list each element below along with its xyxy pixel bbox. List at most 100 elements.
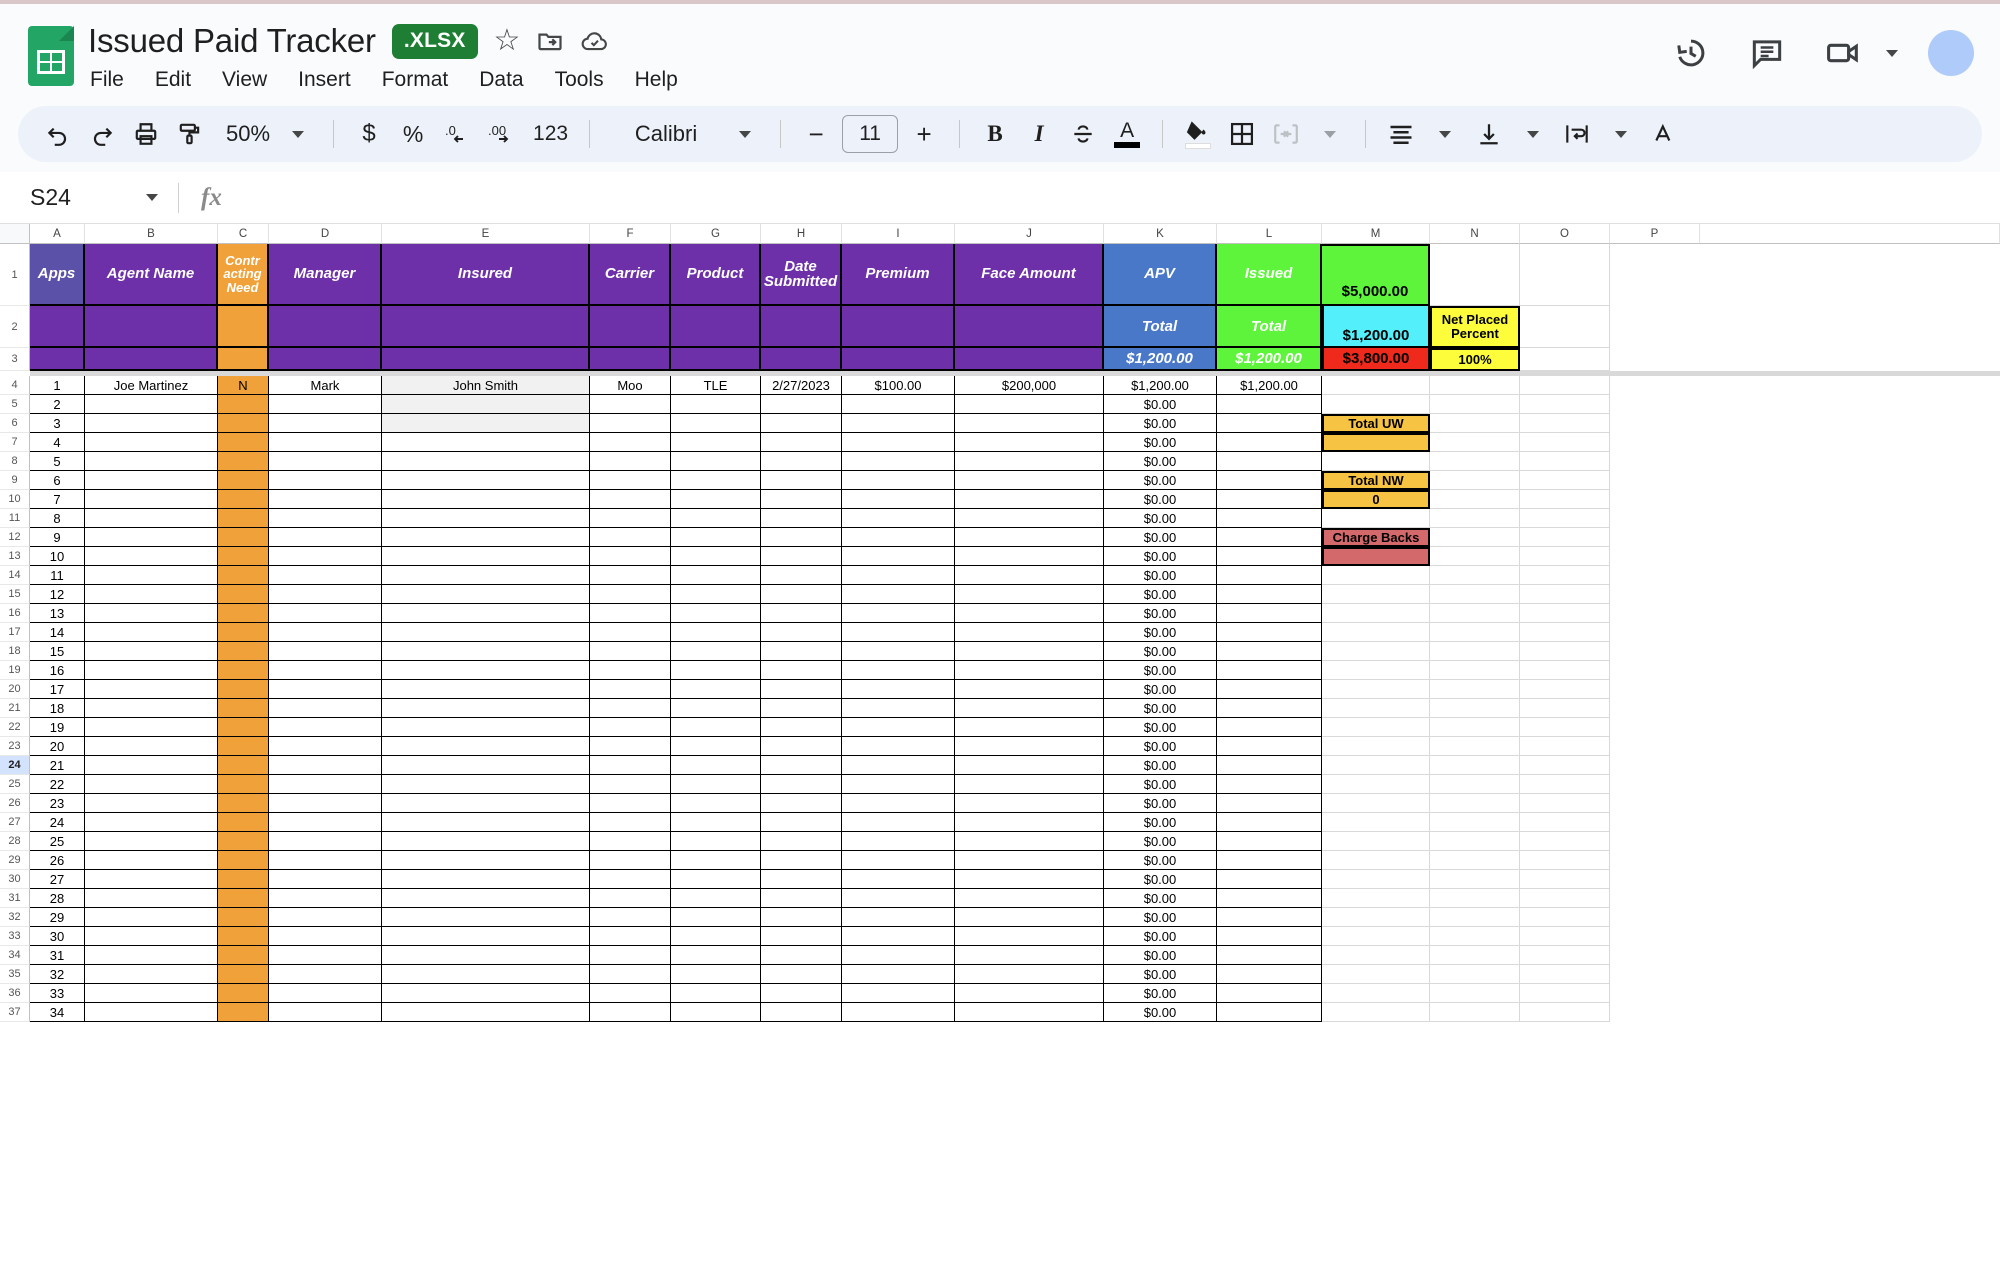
cell-O20[interactable] xyxy=(1520,680,1610,699)
column-header-G[interactable]: G xyxy=(671,224,761,244)
cell-D18[interactable] xyxy=(269,642,382,661)
cell-E22[interactable] xyxy=(382,718,590,737)
cell-B6[interactable] xyxy=(85,414,218,433)
cell-C11[interactable] xyxy=(218,509,269,528)
cell-D34[interactable] xyxy=(269,946,382,965)
cell-I22[interactable] xyxy=(842,718,955,737)
cell-N34[interactable] xyxy=(1430,946,1520,965)
cell-J18[interactable] xyxy=(955,642,1104,661)
cell-N6[interactable] xyxy=(1430,414,1520,433)
cell-M21[interactable] xyxy=(1322,699,1430,718)
cell-J10[interactable] xyxy=(955,490,1104,509)
cell-J21[interactable] xyxy=(955,699,1104,718)
cell-N24[interactable] xyxy=(1430,756,1520,775)
cell-M10[interactable]: 0 xyxy=(1322,490,1430,509)
row-header-10[interactable]: 10 xyxy=(0,490,30,509)
cell-G13[interactable] xyxy=(671,547,761,566)
comment-icon[interactable] xyxy=(1748,34,1786,72)
cell-G25[interactable] xyxy=(671,775,761,794)
band-cell-A3[interactable] xyxy=(30,348,85,371)
cell-F23[interactable] xyxy=(590,737,671,756)
cell-E19[interactable] xyxy=(382,661,590,680)
cell-G8[interactable] xyxy=(671,452,761,471)
table-row[interactable]: 27 24 $0.00 xyxy=(0,813,2000,832)
cell-J28[interactable] xyxy=(955,832,1104,851)
cell-D24[interactable] xyxy=(269,756,382,775)
cell-G16[interactable] xyxy=(671,604,761,623)
cell-L11[interactable] xyxy=(1217,509,1322,528)
row-header-21[interactable]: 21 xyxy=(0,699,30,718)
header-cell-contracting-need[interactable]: Contr acting Need xyxy=(218,244,269,306)
cell-M16[interactable] xyxy=(1322,604,1430,623)
cell-J26[interactable] xyxy=(955,794,1104,813)
cell-O3[interactable] xyxy=(1520,348,1610,371)
cell-O4[interactable] xyxy=(1520,376,1610,395)
cell-O29[interactable] xyxy=(1520,851,1610,870)
cell-M37[interactable] xyxy=(1322,1003,1430,1022)
cell-A18[interactable]: 15 xyxy=(30,642,85,661)
cell-C37[interactable] xyxy=(218,1003,269,1022)
page-title[interactable]: Issued Paid Tracker xyxy=(88,22,376,60)
cell-C31[interactable] xyxy=(218,889,269,908)
cell-B11[interactable] xyxy=(85,509,218,528)
cell-E13[interactable] xyxy=(382,547,590,566)
table-row[interactable]: 4 1 Joe Martinez N Mark John Smith Moo TLE 2/27/… xyxy=(0,376,2000,395)
menu-item-data[interactable]: Data xyxy=(479,68,523,92)
cell-K6[interactable]: $0.00 xyxy=(1104,414,1217,433)
cell-D29[interactable] xyxy=(269,851,382,870)
cell-N10[interactable] xyxy=(1430,490,1520,509)
cell-B4[interactable]: Joe Martinez xyxy=(85,376,218,395)
cell-E6[interactable] xyxy=(382,414,590,433)
cell-I35[interactable] xyxy=(842,965,955,984)
row-header-36[interactable]: 36 xyxy=(0,984,30,1003)
cell-N33[interactable] xyxy=(1430,927,1520,946)
cell-K10[interactable]: $0.00 xyxy=(1104,490,1217,509)
cell-A24[interactable]: 21 xyxy=(30,756,85,775)
cell-O36[interactable] xyxy=(1520,984,1610,1003)
table-row[interactable]: 13 10 $0.00 xyxy=(0,547,2000,566)
cell-C14[interactable] xyxy=(218,566,269,585)
cell-N32[interactable] xyxy=(1430,908,1520,927)
cell-N37[interactable] xyxy=(1430,1003,1520,1022)
cell-A30[interactable]: 27 xyxy=(30,870,85,889)
cell-N36[interactable] xyxy=(1430,984,1520,1003)
cell-K20[interactable]: $0.00 xyxy=(1104,680,1217,699)
cell-E29[interactable] xyxy=(382,851,590,870)
cell-O2[interactable] xyxy=(1520,306,1610,348)
cell-H22[interactable] xyxy=(761,718,842,737)
cell-M36[interactable] xyxy=(1322,984,1430,1003)
row-header-12[interactable]: 12 xyxy=(0,528,30,547)
cell-E10[interactable] xyxy=(382,490,590,509)
cell-G30[interactable] xyxy=(671,870,761,889)
cell-F35[interactable] xyxy=(590,965,671,984)
band-cell-F3[interactable] xyxy=(590,348,671,371)
cell-C36[interactable] xyxy=(218,984,269,1003)
cell-B12[interactable] xyxy=(85,528,218,547)
cell-I25[interactable] xyxy=(842,775,955,794)
cell-K34[interactable]: $0.00 xyxy=(1104,946,1217,965)
cell-H6[interactable] xyxy=(761,414,842,433)
cell-F29[interactable] xyxy=(590,851,671,870)
cell-L16[interactable] xyxy=(1217,604,1322,623)
row-header-26[interactable]: 26 xyxy=(0,794,30,813)
cell-J13[interactable] xyxy=(955,547,1104,566)
net-placed-percent-label[interactable]: Net Placed Percent xyxy=(1430,306,1520,348)
table-row[interactable]: 16 13 $0.00 xyxy=(0,604,2000,623)
cell-I10[interactable] xyxy=(842,490,955,509)
cell-C29[interactable] xyxy=(218,851,269,870)
undo-button[interactable] xyxy=(36,112,80,156)
cell-H7[interactable] xyxy=(761,433,842,452)
cell-C15[interactable] xyxy=(218,585,269,604)
cell-D20[interactable] xyxy=(269,680,382,699)
cell-N17[interactable] xyxy=(1430,623,1520,642)
cell-I9[interactable] xyxy=(842,471,955,490)
cell-F34[interactable] xyxy=(590,946,671,965)
cell-C4[interactable]: N xyxy=(218,376,269,395)
cell-C8[interactable] xyxy=(218,452,269,471)
cell-C32[interactable] xyxy=(218,908,269,927)
row-header-1[interactable]: 1 xyxy=(0,244,30,306)
cell-B29[interactable] xyxy=(85,851,218,870)
row-header-24[interactable]: 24 xyxy=(0,756,30,775)
cell-N21[interactable] xyxy=(1430,699,1520,718)
cell-M24[interactable] xyxy=(1322,756,1430,775)
